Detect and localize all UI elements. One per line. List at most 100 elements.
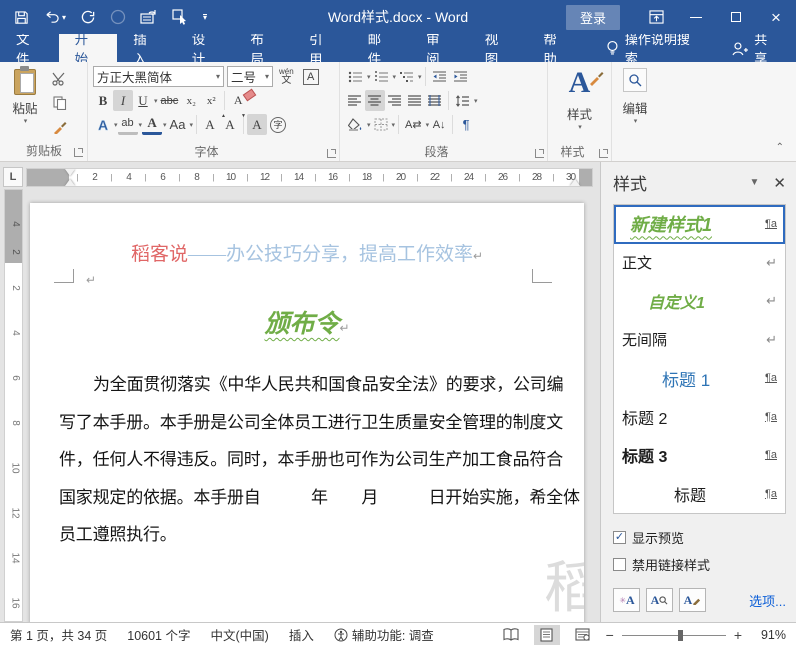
document-page[interactable]: 稻客说——办公技巧分享，提高工作效率↵ ↵ 颁布令↵ 为全面贯彻落实《中华人民共… — [30, 203, 584, 622]
web-layout-button[interactable] — [570, 625, 596, 645]
justify-button[interactable] — [405, 90, 425, 111]
text-effects-button[interactable]: A — [93, 114, 113, 135]
underline-caret-icon[interactable]: ▾ — [154, 97, 158, 105]
strikethrough-button[interactable]: abc — [158, 90, 182, 111]
options-link[interactable]: 选项... — [749, 591, 786, 610]
signin-button[interactable]: 登录 — [565, 4, 620, 30]
ribbon-tab[interactable]: 布局 — [234, 32, 293, 67]
accessibility-status[interactable]: 辅助功能: 调查 — [334, 625, 434, 644]
show-hide-marks-button[interactable]: ¶ — [456, 114, 476, 135]
status-segment[interactable]: 中文(中国) — [210, 625, 268, 644]
enclose-characters-button[interactable]: 字 — [267, 114, 289, 135]
page-header[interactable]: 稻客说——办公技巧分享，提高工作效率↵ — [30, 239, 584, 266]
zoom-slider-thumb[interactable] — [677, 629, 683, 641]
minimize-button[interactable] — [676, 0, 716, 34]
zoom-out-button[interactable]: − — [606, 627, 614, 643]
distribute-button[interactable] — [425, 90, 445, 111]
style-item[interactable]: 无间隔 ↵ — [614, 321, 785, 360]
shading-button[interactable] — [345, 114, 366, 135]
bullets-button[interactable] — [345, 66, 366, 87]
undo-caret-icon[interactable]: ▾ — [62, 13, 66, 22]
align-center-button[interactable] — [365, 90, 385, 111]
status-segment[interactable]: 插入 — [289, 625, 314, 644]
disable-linked-styles-checkbox[interactable]: 禁用链接样式 — [613, 555, 786, 574]
status-segment[interactable]: 10601 个字 — [127, 625, 190, 644]
character-border-button[interactable]: A — [300, 66, 322, 87]
read-mode-button[interactable] — [498, 625, 524, 645]
style-item[interactable]: 标题 2 ¶a — [614, 398, 785, 437]
clipboard-dialog-launcher[interactable] — [74, 148, 83, 157]
paste-button[interactable]: 粘贴 ▾ — [5, 66, 45, 144]
share-button[interactable]: 共享 — [716, 32, 796, 66]
styles-gallery-button[interactable]: A 样式 ▾ — [567, 66, 604, 131]
styles-pane-close-icon[interactable]: ✕ — [773, 174, 786, 192]
ribbon-tab[interactable]: 文件 — [0, 32, 59, 67]
print-layout-button[interactable] — [533, 624, 560, 645]
new-style-button[interactable]: ✳ A — [613, 588, 640, 612]
manage-styles-button[interactable]: A — [679, 588, 706, 612]
paragraph-dialog-launcher[interactable] — [535, 149, 544, 158]
collapse-ribbon-icon[interactable]: ⌃ — [776, 142, 784, 153]
touch-mouse-mode-icon[interactable] — [140, 9, 158, 25]
bold-button[interactable]: B — [93, 90, 113, 111]
font-size-select[interactable]: 二号 ▾ — [227, 66, 273, 87]
font-name-select[interactable]: 方正大黑简体 ▾ — [93, 66, 224, 87]
align-right-button[interactable] — [385, 90, 405, 111]
style-item[interactable]: 标题 ¶a — [614, 475, 785, 514]
grow-font-button[interactable]: A — [200, 114, 226, 135]
underline-button[interactable]: U — [133, 90, 153, 111]
tell-me-search[interactable]: 操作说明搜索 — [592, 32, 716, 66]
borders-button[interactable] — [371, 114, 391, 135]
ribbon-tab[interactable]: 视图 — [469, 32, 528, 67]
asian-layout-button[interactable]: A⇄ — [402, 114, 425, 135]
font-dialog-launcher[interactable] — [327, 149, 336, 158]
editing-menu-button[interactable]: 编辑 ▾ — [622, 66, 648, 125]
right-indent-marker[interactable] — [570, 174, 580, 186]
character-shading-button[interactable]: A — [246, 114, 267, 135]
ribbon-tab[interactable]: 插入 — [117, 32, 176, 67]
phonetic-guide-button[interactable]: wén 文 — [276, 66, 297, 87]
numbering-button[interactable] — [371, 66, 392, 87]
zoom-in-button[interactable]: + — [734, 627, 742, 643]
style-item[interactable]: 正文 ↵ — [614, 244, 785, 283]
zoom-slider[interactable] — [621, 629, 726, 641]
ribbon-tab[interactable]: 开始 — [58, 32, 118, 67]
superscript-button[interactable]: x² — [201, 90, 221, 111]
save-icon[interactable] — [14, 10, 29, 25]
hanging-indent-marker[interactable] — [65, 174, 75, 186]
undo-icon[interactable]: ▾ — [43, 10, 66, 25]
vertical-ruler[interactable]: 42 2 4 6 8 10 12 14 16 — [4, 189, 23, 622]
decrease-indent-button[interactable] — [429, 66, 450, 87]
multilevel-list-button[interactable] — [396, 66, 417, 87]
show-preview-checkbox[interactable]: ✓ 显示预览 — [613, 528, 786, 547]
ribbon-tab[interactable]: 引用 — [293, 32, 352, 67]
ribbon-tab[interactable]: 帮助 — [527, 32, 586, 67]
style-inspector-button[interactable]: A — [646, 588, 673, 612]
style-item[interactable]: 自定义1 ↵ — [614, 282, 785, 321]
cut-button[interactable] — [49, 68, 70, 89]
styles-pane-menu-icon[interactable]: ▼ — [736, 177, 774, 188]
qat-more-icon[interactable]: ▾ — [203, 14, 208, 22]
shrink-font-button[interactable]: A — [220, 114, 246, 135]
italic-button[interactable]: I — [113, 90, 133, 111]
line-spacing-button[interactable] — [452, 90, 473, 111]
copy-button[interactable] — [49, 92, 70, 113]
sort-button[interactable]: A↓ — [429, 114, 449, 135]
ribbon-tab[interactable]: 邮件 — [352, 32, 411, 67]
ribbon-display-options-icon[interactable] — [636, 0, 676, 34]
ribbon-tab[interactable]: 审阅 — [410, 32, 469, 67]
close-button[interactable]: × — [756, 0, 796, 34]
style-item[interactable]: 标题 3 ¶a — [614, 436, 785, 475]
zoom-percentage[interactable]: 91% — [752, 628, 786, 642]
clear-formatting-button[interactable]: A — [228, 90, 248, 111]
status-segment[interactable]: 第 1 页，共 34 页 — [10, 625, 107, 644]
styles-dialog-launcher[interactable] — [599, 149, 608, 158]
subscript-button[interactable]: x₂ — [181, 90, 201, 111]
align-left-button[interactable] — [345, 90, 365, 111]
tab-stop-selector[interactable]: L — [3, 167, 23, 187]
selection-pointer-icon[interactable] — [172, 9, 189, 25]
document-body[interactable]: 为全面贯彻落实《中华人民共和国食品安全法》的要求，公司编 写了本手册。本手册是公司… — [59, 366, 580, 554]
style-item[interactable]: 标题 1 ¶a — [614, 359, 785, 398]
document-title[interactable]: 颁布令↵ — [30, 304, 584, 340]
highlight-color-button[interactable]: ab — [117, 114, 138, 135]
